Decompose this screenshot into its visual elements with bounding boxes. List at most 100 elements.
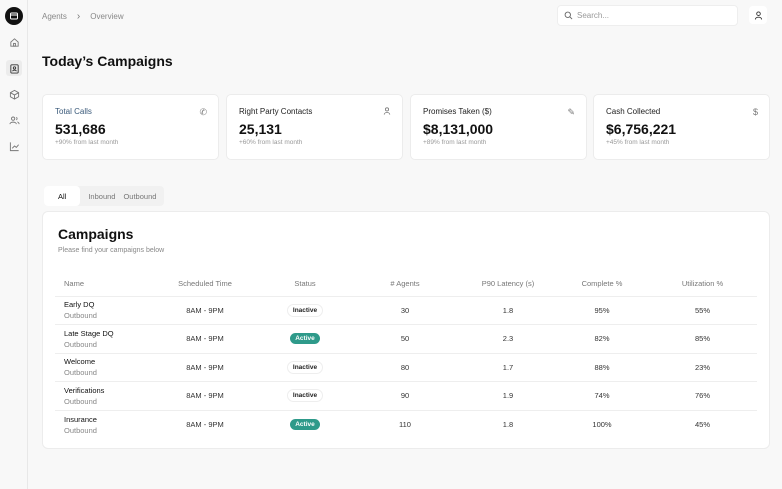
cell-status: Active xyxy=(260,410,350,439)
cell-latency: 1.8 xyxy=(502,420,514,429)
cell-status: Inactive xyxy=(260,381,350,411)
table-row[interactable]: Welcome Outbound 8AM - 9PM Inactive 80 1.… xyxy=(55,353,757,382)
stat-value: 531,686 xyxy=(55,121,106,137)
campaigns-table: Name Scheduled Time Status # Agents P90 … xyxy=(55,272,757,439)
search-placeholder: Search... xyxy=(577,11,610,20)
status-badge: Inactive xyxy=(286,303,324,317)
cell-agents: 90 xyxy=(350,381,460,411)
campaigns-subtitle: Please find your campaigns below xyxy=(58,247,165,254)
cell-name: Late Stage DQ Outbound xyxy=(55,324,150,354)
chevron-right-icon: › xyxy=(76,11,81,22)
cell-complete: 100% xyxy=(592,420,612,429)
table-row[interactable]: Early DQ Outbound 8AM - 9PM Inactive 30 1… xyxy=(55,296,757,325)
page-title: Today’s Campaigns xyxy=(42,53,173,69)
stat-title: Right Party Contacts xyxy=(239,107,313,116)
user-menu-button[interactable] xyxy=(749,6,767,24)
campaign-type: Outbound xyxy=(64,311,97,321)
stat-card-cash-collected: Cash Collected $6,756,221 +45% from last… xyxy=(593,94,770,160)
user-icon xyxy=(754,10,762,20)
stat-value: 25,131 xyxy=(239,121,282,137)
cell-agents: 80 xyxy=(350,353,460,382)
column-header: P90 Latency (s) xyxy=(460,272,556,297)
column-header: Name xyxy=(55,272,150,297)
column-header: Status xyxy=(260,272,350,297)
campaign-type: Outbound xyxy=(64,425,97,435)
cell-latency: 1.8 xyxy=(460,296,556,325)
chart-icon[interactable] xyxy=(6,138,22,154)
cell-name: Early DQ Outbound xyxy=(55,296,150,325)
campaign-name[interactable]: Welcome xyxy=(64,357,150,366)
cell-agents: 50 xyxy=(350,324,460,354)
campaign-name[interactable]: Early DQ xyxy=(64,300,150,309)
stat-card-total-calls: Total Calls 531,686 +90% from last month… xyxy=(42,94,219,160)
app-logo[interactable] xyxy=(5,7,23,25)
stat-change: +89% from last month xyxy=(423,139,487,146)
cell-status: Inactive xyxy=(260,353,350,382)
table-header: Name Scheduled Time Status # Agents P90 … xyxy=(55,272,757,297)
campaign-name[interactable]: Insurance xyxy=(64,415,150,424)
stat-card-promises-taken: Promises Taken ($) $8,131,000 +89% from … xyxy=(410,94,587,160)
status-badge: Active xyxy=(290,333,320,345)
stat-change: +60% from last month xyxy=(239,139,303,146)
cell-utilization: 45% xyxy=(694,420,710,429)
stat-value: $6,756,221 xyxy=(606,121,677,137)
campaign-type: Outbound xyxy=(64,368,97,378)
campaign-type: Outbound xyxy=(64,396,97,406)
campaign-filter-tabs: All Inbound Outbound xyxy=(44,186,165,206)
cell-utilization: 55% xyxy=(648,296,757,325)
campaign-name[interactable]: Verifications xyxy=(64,386,150,395)
box-icon[interactable] xyxy=(6,86,22,102)
stat-change: +45% from last month xyxy=(606,139,670,146)
column-header: # Agents xyxy=(350,272,460,297)
cell-name: Verifications Outbound xyxy=(55,381,150,411)
search-input[interactable]: Search... xyxy=(557,5,738,26)
users-icon[interactable] xyxy=(6,112,22,128)
column-header: Complete % xyxy=(556,272,648,297)
campaign-type: Outbound xyxy=(64,339,97,349)
stat-title: Total Calls xyxy=(55,107,92,116)
cell-utilization: 85% xyxy=(648,324,757,354)
tab-all[interactable]: All xyxy=(44,186,81,206)
breadcrumb-overview: Overview xyxy=(90,12,124,21)
cell-name: Welcome Outbound xyxy=(55,353,150,382)
stat-title: Cash Collected xyxy=(606,107,661,116)
cell-complete: 88% xyxy=(556,353,648,382)
tab-inbound[interactable]: Inbound xyxy=(84,186,119,206)
cell-status: Inactive xyxy=(260,296,350,325)
status-badge: Inactive xyxy=(286,389,324,403)
contacts-icon[interactable] xyxy=(6,60,22,76)
status-badge: Active xyxy=(290,419,320,430)
campaign-name[interactable]: Late Stage DQ xyxy=(64,329,150,338)
campaigns-panel: Campaigns Please find your campaigns bel… xyxy=(42,211,770,449)
cell-scheduled-time: 8AM - 9PM xyxy=(150,324,260,354)
search-icon xyxy=(564,11,573,20)
table-row[interactable]: Insurance Outbound 8AM - 9PM Active 110 1… xyxy=(55,410,757,439)
stat-change: +90% from last month xyxy=(55,139,119,146)
breadcrumb: Agents › Overview xyxy=(42,11,124,22)
status-badge: Inactive xyxy=(286,360,324,374)
dollar-icon: $ xyxy=(752,107,758,117)
column-header: Utilization % xyxy=(648,272,757,297)
stat-value: $8,131,000 xyxy=(423,121,494,137)
sidebar xyxy=(0,0,28,489)
cell-name: Insurance Outbound xyxy=(55,410,150,439)
cell-utilization: 23% xyxy=(648,353,757,382)
phone-icon: ✆ xyxy=(199,107,207,117)
home-icon[interactable] xyxy=(6,34,22,50)
cell-latency: 2.3 xyxy=(460,324,556,354)
cell-complete: 95% xyxy=(556,296,648,325)
table-row[interactable]: Verifications Outbound 8AM - 9PM Inactive… xyxy=(55,381,757,411)
pencil-icon: ✎ xyxy=(567,107,575,117)
user-icon xyxy=(383,107,391,117)
cell-latency: 1.9 xyxy=(460,381,556,411)
cell-scheduled-time: 8AM - 9PM xyxy=(150,381,260,411)
cell-complete: 82% xyxy=(556,324,648,354)
cell-latency: 1.7 xyxy=(460,353,556,382)
tab-outbound[interactable]: Outbound xyxy=(119,186,160,206)
cell-complete: 74% xyxy=(556,381,648,411)
cell-status: Active xyxy=(260,324,350,354)
breadcrumb-agents[interactable]: Agents xyxy=(42,12,67,21)
table-row[interactable]: Late Stage DQ Outbound 8AM - 9PM Active 5… xyxy=(55,324,757,354)
cell-agents: 110 xyxy=(399,420,411,429)
cell-utilization: 76% xyxy=(648,381,757,411)
